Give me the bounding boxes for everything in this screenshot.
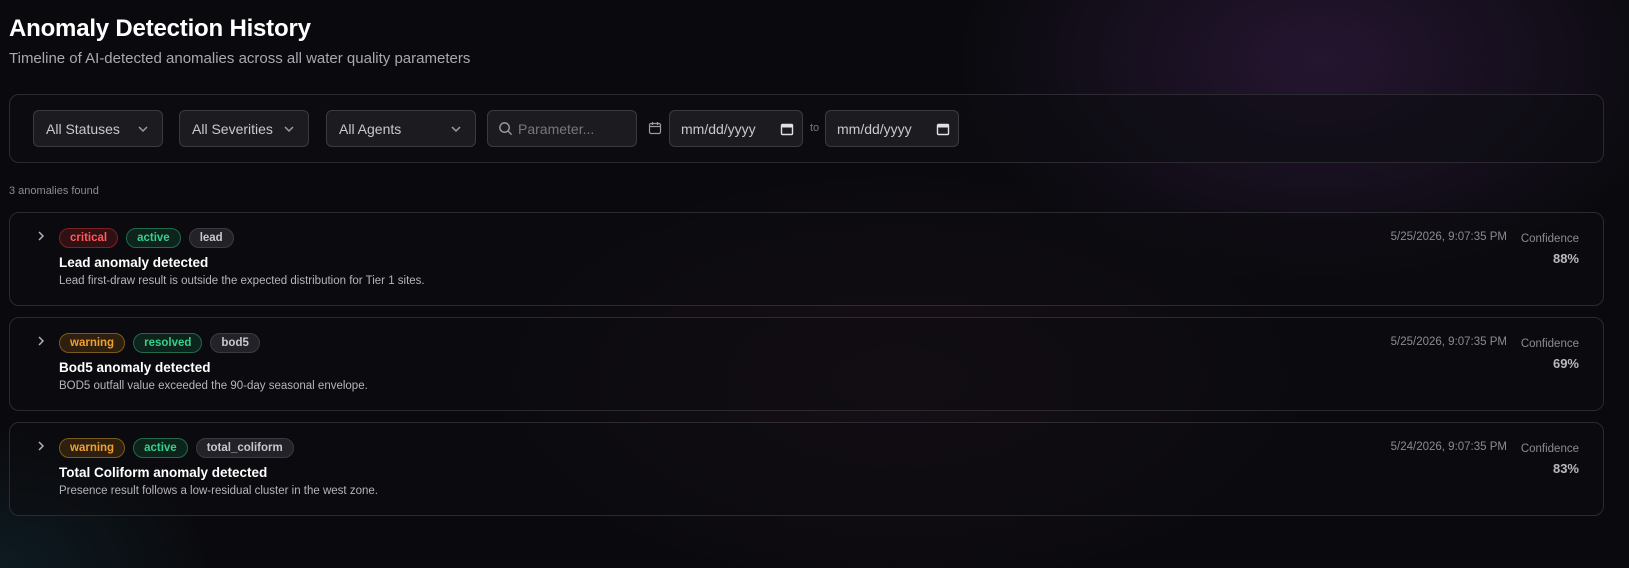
status-badge: resolved [133, 333, 203, 353]
calendar-picker-icon[interactable] [936, 122, 950, 136]
calendar-picker-icon[interactable] [780, 122, 794, 136]
status-filter-select[interactable]: All Statuses [33, 110, 163, 147]
confidence-value: 88% [1552, 251, 1579, 266]
confidence-label: Confidence [1520, 338, 1579, 350]
parameter-search-input[interactable]: Parameter... [487, 110, 637, 147]
filter-bar: All Statuses All Severities All Agents P… [9, 94, 1604, 163]
date-to-input[interactable]: mm/dd/yyyy [825, 110, 959, 147]
anomaly-description: Presence result follows a low-residual c… [59, 485, 378, 497]
page-subtitle: Timeline of AI-detected anomalies across… [9, 50, 471, 67]
date-from-value: mm/dd/yyyy [681, 120, 756, 137]
search-placeholder: Parameter... [518, 120, 595, 137]
severity-filter-value: All Severities [192, 120, 273, 137]
anomaly-timestamp: 5/25/2026, 9:07:35 PM [1390, 336, 1507, 348]
anomaly-timestamp: 5/25/2026, 9:07:35 PM [1390, 231, 1507, 243]
parameter-badge: total_coliform [195, 438, 294, 458]
anomaly-title: Bod5 anomaly detected [59, 360, 211, 375]
parameter-badge: bod5 [210, 333, 260, 353]
chevron-right-icon[interactable] [35, 335, 47, 347]
agent-filter-select[interactable]: All Agents [326, 110, 476, 147]
date-to-value: mm/dd/yyyy [837, 120, 912, 137]
badge-group: warning resolved bod5 [59, 333, 260, 353]
anomaly-card[interactable]: warning active total_coliform Total Coli… [9, 422, 1604, 516]
confidence-value: 69% [1552, 356, 1579, 371]
date-from-input[interactable]: mm/dd/yyyy [669, 110, 803, 147]
badge-group: warning active total_coliform [59, 438, 294, 458]
chevron-right-icon[interactable] [35, 440, 47, 452]
calendar-icon [648, 122, 662, 135]
page-title: Anomaly Detection History [9, 15, 311, 42]
severity-badge: critical [59, 228, 119, 248]
agent-filter-value: All Agents [339, 120, 402, 137]
severity-filter-select[interactable]: All Severities [179, 110, 309, 147]
chevron-right-icon[interactable] [35, 230, 47, 242]
confidence-value: 83% [1552, 461, 1579, 476]
confidence-label: Confidence [1520, 443, 1579, 455]
anomaly-description: Lead first-draw result is outside the ex… [59, 275, 425, 287]
status-badge: active [133, 438, 188, 458]
anomaly-title: Total Coliform anomaly detected [59, 465, 268, 480]
anomaly-description: BOD5 outfall value exceeded the 90-day s… [59, 380, 368, 392]
anomaly-card[interactable]: warning resolved bod5 Bod5 anomaly detec… [9, 317, 1604, 411]
severity-badge: warning [59, 333, 126, 353]
status-badge: active [126, 228, 181, 248]
chevron-down-icon [138, 126, 148, 133]
results-count: 3 anomalies found [9, 185, 99, 197]
anomaly-title: Lead anomaly detected [59, 255, 209, 270]
badge-group: critical active lead [59, 228, 234, 248]
severity-badge: warning [59, 438, 126, 458]
anomaly-card[interactable]: critical active lead Lead anomaly detect… [9, 212, 1604, 306]
date-range-to-label: to [810, 122, 820, 134]
search-icon [499, 122, 513, 136]
confidence-label: Confidence [1520, 233, 1579, 245]
parameter-badge: lead [188, 228, 234, 248]
chevron-down-icon [451, 126, 461, 133]
anomaly-timestamp: 5/24/2026, 9:07:35 PM [1390, 441, 1507, 453]
status-filter-value: All Statuses [46, 120, 120, 137]
chevron-down-icon [284, 126, 294, 133]
